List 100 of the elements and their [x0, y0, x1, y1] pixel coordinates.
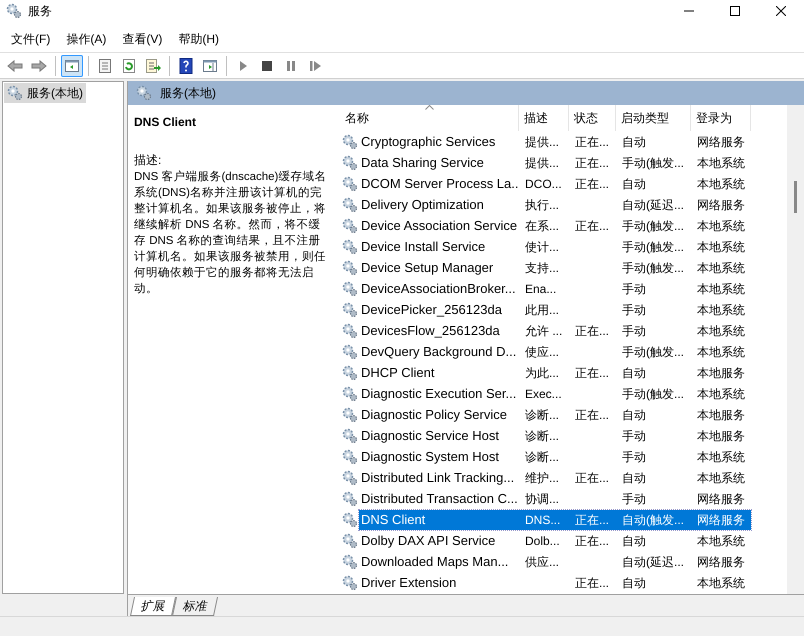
service-row[interactable]: DHCP Client 为此... 正在... 自动 本地服务: [359, 362, 751, 382]
column-header[interactable]: 名称: [335, 105, 519, 131]
table-cell: 手动(触发...: [622, 240, 684, 254]
table-cell: 正在...: [575, 134, 610, 148]
pane-toggle-icon[interactable]: [61, 54, 83, 76]
service-row[interactable]: Diagnostic Execution Ser... Exec... 手动(触发... 本地系统: [359, 384, 751, 404]
column-header[interactable]: 描述: [519, 105, 569, 131]
table-cell: 正在...: [575, 512, 610, 526]
table-cell: Dolby DAX API Service: [361, 532, 496, 548]
table-cell: 手动(触发...: [622, 156, 684, 170]
service-gear-icon: [342, 218, 358, 234]
service-row[interactable]: DevicesFlow_256123da 允许 ... 正在... 手动 本地系统: [359, 320, 751, 340]
table-cell: 自动: [622, 534, 646, 548]
tab[interactable]: 扩展: [130, 597, 176, 616]
column-header[interactable]: 启动类型: [616, 105, 691, 131]
table-cell: Distributed Transaction C...: [361, 490, 518, 506]
table-cell: 本地系统: [697, 344, 745, 358]
service-gear-icon: [342, 322, 358, 338]
column-header[interactable]: 状态: [569, 105, 616, 131]
table-cell: 手动: [622, 282, 646, 296]
table-cell: DevicePicker_256123da: [361, 302, 502, 317]
table-cell: 自动: [622, 366, 646, 380]
table-cell: Delivery Optimization: [361, 196, 484, 212]
service-row[interactable]: Device Association Service 在系... 正在... 手动(触发... 本地系统: [359, 216, 751, 236]
table-cell: Downloaded Maps Man...: [361, 554, 508, 569]
window-title: 服务: [28, 3, 52, 20]
table-cell: 网络服务: [697, 512, 745, 526]
table-cell: 本地系统: [697, 324, 745, 338]
table-cell: 允许 ...: [525, 324, 562, 338]
service-row[interactable]: Cryptographic Services 提供... 正在... 自动 网络服务: [359, 132, 751, 152]
table-cell: 执行...: [525, 198, 560, 212]
service-row[interactable]: DeviceAssociationBroker... Ena... 手动 本地系统: [359, 278, 751, 298]
service-row[interactable]: Device Setup Manager 支持... 手动(触发... 本地系统: [359, 258, 751, 278]
table-cell: DNS...: [525, 512, 560, 526]
service-gear-icon: [342, 260, 358, 276]
table-cell: 提供...: [525, 156, 560, 170]
service-row[interactable]: DCOM Server Process La... DCO... 正在... 自动 本地系统: [359, 174, 751, 194]
table-cell: 本地服务: [697, 366, 745, 380]
table-cell: Diagnostic Execution Ser...: [361, 386, 516, 401]
menu-item[interactable]: 查看(V): [115, 30, 170, 48]
service-row[interactable]: Distributed Link Tracking... 维护... 正在... 自动 本地系统: [359, 468, 751, 488]
table-cell: Device Setup Manager: [361, 260, 494, 275]
table-cell: 使应...: [525, 344, 560, 358]
table-cell: 正在...: [575, 534, 610, 548]
service-row[interactable]: Driver Extension 正在... 自动 本地系统: [359, 572, 751, 592]
table-cell: 本地系统: [697, 302, 745, 316]
tree-item[interactable]: 服务(本地): [4, 83, 86, 103]
service-row[interactable]: Downloaded Maps Man... 供应... 自动(延迟... 网络服务: [359, 552, 751, 572]
scrollbar[interactable]: [787, 105, 804, 594]
service-row[interactable]: Diagnostic Policy Service 诊断... 正在... 自动 本地服务: [359, 404, 751, 424]
table-cell: 手动: [622, 450, 646, 464]
service-row[interactable]: Diagnostic System Host 诊断... 手动 本地系统: [359, 446, 751, 466]
service-row[interactable]: Distributed Transaction C... 协调... 手动 网络服务: [359, 488, 751, 508]
menu-item[interactable]: 帮助(H): [171, 30, 226, 48]
table-cell: 使计...: [525, 240, 560, 254]
menu-item[interactable]: 操作(A): [59, 30, 114, 48]
table-cell: 手动: [622, 492, 646, 506]
table-cell: 自动: [622, 470, 646, 484]
service-gear-icon: [342, 386, 358, 402]
service-gear-icon: [342, 176, 358, 192]
table-cell: Ena...: [525, 282, 556, 296]
table-cell: Diagnostic Policy Service: [361, 406, 507, 422]
table-cell: 正在...: [575, 576, 610, 590]
table-cell: 自动(触发...: [622, 512, 684, 526]
table-cell: 为此...: [525, 366, 560, 380]
table-cell: 自动: [622, 408, 646, 422]
gear-icon: [6, 3, 22, 19]
table-cell: 诊断...: [525, 428, 560, 442]
service-row[interactable]: Diagnostic Service Host 诊断... 手动 本地服务: [359, 426, 751, 446]
service-gear-icon: [342, 470, 358, 486]
service-gear-icon: [342, 154, 358, 170]
table-cell: 本地服务: [697, 428, 745, 442]
service-row[interactable]: DevicePicker_256123da 此用... 手动 本地系统: [359, 300, 751, 320]
table-cell: Exec...: [525, 386, 562, 400]
column-header[interactable]: 登录为: [691, 105, 751, 131]
table-cell: 网络服务: [697, 198, 745, 212]
table-cell: 此用...: [525, 302, 560, 316]
service-gear-icon: [342, 512, 358, 528]
table-cell: 在系...: [525, 218, 560, 232]
service-row[interactable]: DNS Client DNS... 正在... 自动(触发... 网络服务: [359, 510, 751, 530]
table-cell: 本地系统: [697, 176, 745, 190]
service-row[interactable]: Delivery Optimization 执行... 自动(延迟... 网络服务: [359, 194, 751, 214]
tab[interactable]: 标准: [172, 597, 218, 616]
service-row[interactable]: Device Install Service 使计... 手动(触发... 本地系统: [359, 236, 751, 256]
service-gear-icon: [342, 302, 358, 318]
table-cell: DevicesFlow_256123da: [361, 322, 500, 338]
service-row[interactable]: DevQuery Background D... 使应... 手动(触发... 本地系统: [359, 342, 751, 362]
table-cell: 正在...: [575, 366, 610, 380]
service-row[interactable]: Data Sharing Service 提供... 正在... 手动(触发... 本地系统: [359, 152, 751, 172]
gear-icon: [7, 85, 23, 101]
table-cell: 手动(触发...: [622, 218, 684, 232]
table-cell: 协调...: [525, 492, 560, 506]
service-gear-icon: [342, 196, 358, 212]
table-cell: 本地系统: [697, 218, 745, 232]
table-cell: 手动: [622, 428, 646, 442]
table-cell: 本地系统: [697, 240, 745, 254]
service-row[interactable]: Dolby DAX API Service Dolb... 正在... 自动 本地系统: [359, 530, 751, 550]
menu-item[interactable]: 文件(F): [4, 30, 58, 48]
table-cell: 本地系统: [697, 282, 745, 296]
table-cell: 正在...: [575, 176, 610, 190]
